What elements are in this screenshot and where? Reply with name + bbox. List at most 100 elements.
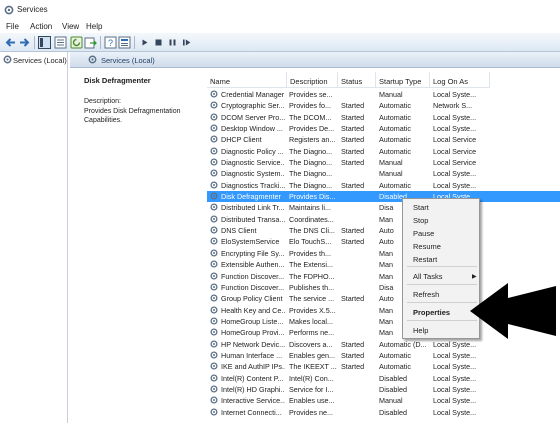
stop-icon[interactable] (152, 36, 165, 49)
column-header-name[interactable]: Name ^ (207, 72, 287, 88)
table-row[interactable]: Internet Connecti... Provides ne... Disabl… (207, 407, 560, 418)
cell-description: Enables use... (289, 396, 335, 406)
cell-description: Provides fo... (289, 101, 331, 111)
gear-icon (210, 147, 218, 155)
services-app-icon (4, 5, 14, 15)
table-row[interactable]: Disk Defragmenter Provides Dis... Disabled… (207, 191, 560, 203)
menu-item-help[interactable]: Help (413, 326, 428, 335)
table-row[interactable]: Human Interface ... Enables gen... Started… (207, 350, 560, 361)
properties-icon[interactable] (118, 36, 131, 49)
table-row[interactable]: Credential Manager Provides se... Manual Lo… (207, 89, 560, 100)
table-row[interactable]: Extensible Authen... The Extensi... Man (207, 259, 560, 270)
menu-help[interactable]: Help (86, 22, 102, 31)
cell-log-on-as: Local Service (433, 146, 477, 156)
gear-icon (210, 340, 218, 348)
table-row[interactable]: Intel(R) Content P... Intel(R) Con... Disa… (207, 373, 560, 384)
refresh-icon[interactable] (70, 36, 83, 49)
cell-name: Diagnostic System... (221, 169, 285, 179)
help-icon[interactable]: ? (104, 36, 117, 49)
services-rows: Credential Manager Provides se... Manual Lo… (207, 89, 560, 418)
table-row[interactable]: Diagnostic Service... The Diagno... Starte… (207, 157, 560, 168)
cell-description: Elo TouchS... (289, 237, 332, 247)
menu-item-pause[interactable]: Pause (413, 229, 434, 238)
column-header-status[interactable]: Status (338, 72, 376, 88)
cell-name: Extensible Authen... (221, 260, 285, 270)
cell-description: The DCOM... (289, 112, 332, 122)
tree-item-services-local[interactable]: Services (Local) (2, 54, 67, 66)
column-header-log-on-as[interactable]: Log On As (430, 72, 490, 88)
cell-name: HomeGroup Provi... (221, 328, 285, 338)
menu-item-all-tasks[interactable]: All Tasks (413, 272, 442, 281)
cell-description: Registers an... (289, 135, 336, 145)
cell-log-on-as: Local Syste... (433, 90, 477, 99)
forward-icon[interactable] (18, 36, 31, 49)
table-row[interactable]: Diagnostics Tracki... The Diagno... Starte… (207, 180, 560, 191)
cell-startup-type: Automatic (379, 112, 411, 122)
cell-startup-type: Automatic (379, 362, 411, 372)
gear-icon (210, 362, 218, 370)
cell-name: Intel(R) HD Graphi... (221, 384, 285, 394)
back-icon[interactable] (4, 36, 17, 49)
menu-file[interactable]: File (6, 22, 19, 31)
menu-item-refresh[interactable]: Refresh (413, 290, 439, 299)
pointer-arrow-icon (470, 283, 556, 339)
console-tree-icon[interactable] (38, 36, 51, 49)
gear-icon (210, 260, 218, 268)
cell-name: Distributed Transa... (221, 214, 285, 224)
table-row[interactable]: DCOM Server Pro... The DCOM... Started Auto… (207, 112, 560, 123)
gear-icon (210, 181, 218, 189)
table-row[interactable]: Desktop Window ... Provides De... Started A… (207, 123, 560, 134)
menu-item-restart[interactable]: Restart (413, 255, 437, 264)
cell-description: The Diagno... (289, 180, 333, 190)
cell-name: Diagnostics Tracki... (221, 180, 285, 190)
table-row[interactable]: Diagnostic Policy ... The Diagno... Starte… (207, 146, 560, 157)
cell-startup-type: Automatic (379, 135, 411, 145)
resume-icon[interactable] (180, 36, 193, 49)
cell-description: Makes local... (289, 316, 333, 326)
cell-status: Started (341, 362, 365, 372)
cell-status: Started (341, 135, 365, 145)
cell-description: Enables gen... (289, 350, 335, 360)
table-row[interactable]: DNS Client The DNS Cli... Started Auto (207, 225, 560, 236)
menu-view[interactable]: View (62, 22, 79, 31)
table-row[interactable]: DHCP Client Registers an... Started Automat… (207, 134, 560, 145)
play-icon[interactable] (138, 36, 151, 49)
column-header-description[interactable]: Description (287, 72, 338, 88)
cell-log-on-as: Local Syste... (433, 396, 477, 406)
table-row[interactable]: IKE and AuthIP IPs... The IKEEXT ... Start… (207, 361, 560, 372)
table-row[interactable]: Diagnostic System... The Diagno... Manual L… (207, 168, 560, 179)
menu-item-start[interactable]: Start (413, 203, 429, 212)
list-view-icon[interactable] (54, 36, 67, 49)
table-row[interactable]: Distributed Link Tr... Maintains li... Dis… (207, 202, 560, 213)
cell-description: The Diagno... (289, 169, 333, 179)
table-row[interactable]: Interactive Service... Enables use... Manu… (207, 395, 560, 406)
table-row[interactable]: Distributed Transa... Coordinates... Man (207, 214, 560, 225)
cell-description: Provides De... (289, 124, 335, 134)
table-row[interactable]: Intel(R) HD Graphi... Service for I... Dis… (207, 384, 560, 395)
cell-name: Cryptographic Ser... (221, 101, 285, 111)
table-row[interactable]: Encrypting File Sy... Provides th... Man (207, 248, 560, 259)
cell-description: Performs ne... (289, 328, 335, 338)
pause-icon[interactable] (166, 36, 179, 49)
table-row[interactable]: Cryptographic Ser... Provides fo... Starte… (207, 100, 560, 111)
column-header-startup-type[interactable]: Startup Type (376, 72, 430, 88)
export-icon[interactable] (84, 36, 97, 49)
gear-icon (88, 55, 97, 64)
menu-item-stop[interactable]: Stop (413, 216, 428, 225)
cell-startup-type: Disabled (379, 373, 407, 383)
cell-name: Group Policy Client (221, 294, 283, 304)
cell-name: IKE and AuthIP IPs... (221, 362, 285, 372)
cell-description: The Diagno... (289, 146, 333, 156)
menu-action[interactable]: Action (30, 22, 52, 31)
table-row[interactable]: EloSystemService Elo TouchS... Started Auto (207, 236, 560, 247)
service-details: Disk Defragmenter Description: Provides … (80, 72, 206, 422)
menu-item-properties[interactable]: Properties (413, 308, 450, 317)
cell-description: The service ... (289, 294, 335, 304)
cell-description: Maintains li... (289, 203, 331, 213)
title-bar: Services (0, 0, 560, 20)
cell-log-on-as: Local Syste... (433, 362, 477, 372)
menu-item-resume[interactable]: Resume (413, 242, 441, 251)
sort-arrow-icon: ^ (210, 77, 214, 86)
cell-name: Intel(R) Content P... (221, 373, 284, 383)
gear-icon (210, 294, 218, 302)
